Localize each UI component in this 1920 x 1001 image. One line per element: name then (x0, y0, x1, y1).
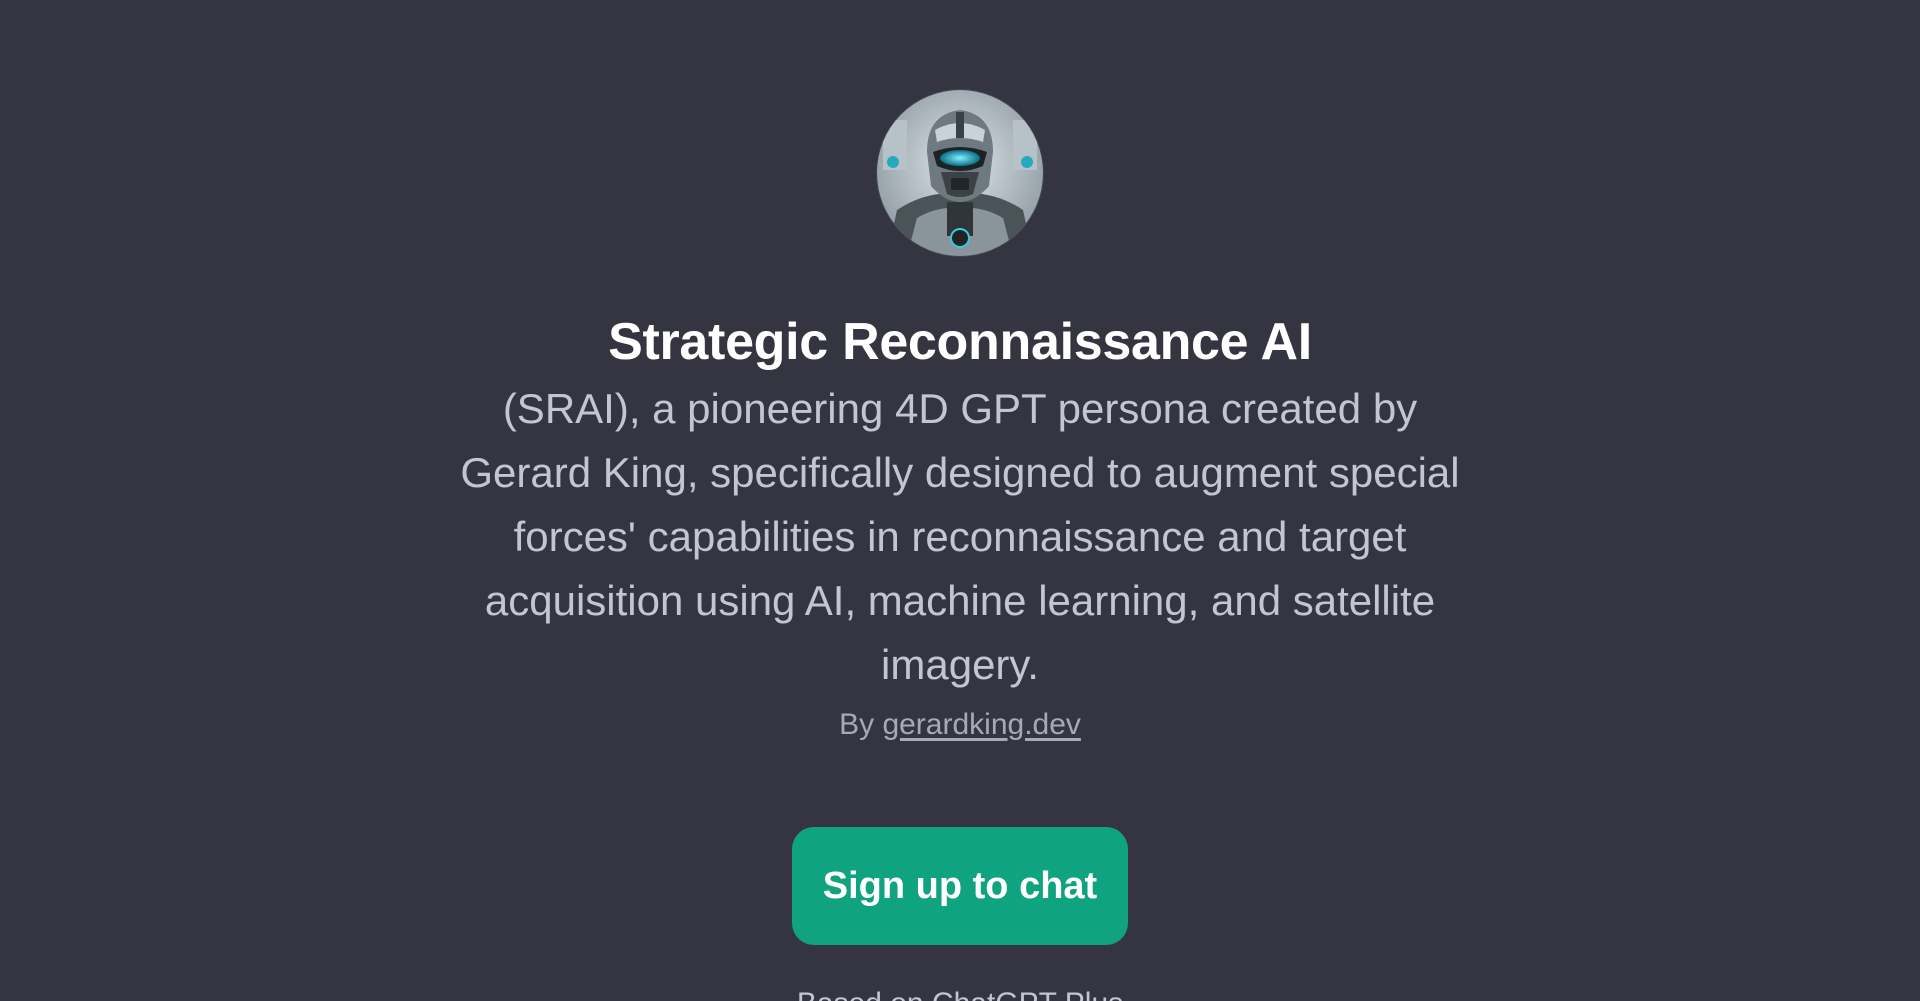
robot-soldier-avatar-icon (877, 90, 1043, 256)
sign-up-to-chat-button[interactable]: Sign up to chat (792, 827, 1128, 945)
author-link[interactable]: gerardking.dev (882, 708, 1080, 741)
gpt-avatar (877, 90, 1043, 256)
gpt-title: Strategic Reconnaissance AI (608, 313, 1312, 371)
gpt-landing-page: Strategic Reconnaissance AI (SRAI), a pi… (0, 0, 1920, 1001)
byline-prefix: By (839, 708, 875, 741)
gpt-description: (SRAI), a pioneering 4D GPT persona crea… (460, 385, 1460, 688)
footer-note: Based on ChatGPT Plus (0, 984, 1920, 1001)
author-byline: By gerardking.dev (839, 705, 1081, 745)
